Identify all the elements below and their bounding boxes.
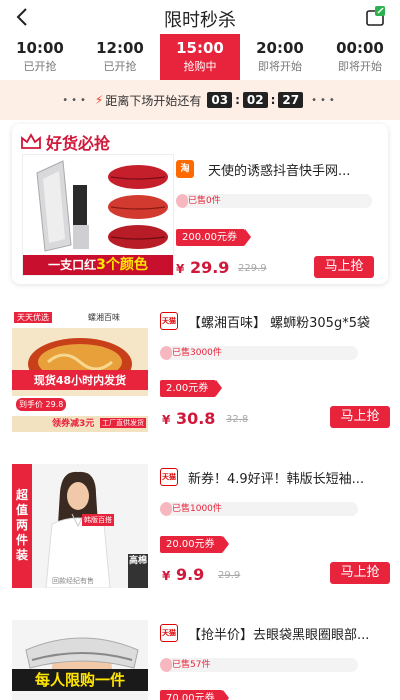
coupon-badge[interactable]: 2.00元券 — [160, 380, 223, 397]
woman-shirt-illustration — [12, 464, 148, 588]
product-list-item[interactable]: 超值两件装 韩版百搭 高棉 回款经纪有售 天猫 新券！4.9好评！韩版长短袖..… — [0, 458, 400, 600]
countdown-label: 距离下场开始还有 — [105, 93, 202, 108]
taobao-icon: 淘 — [176, 160, 194, 178]
tmall-icon: 天猫 — [160, 468, 178, 486]
featured-product-card[interactable]: 好货必抢 一支口红3个颜色 淘 天使的诱惑抖音快手网... 已售0件 200.0… — [12, 124, 388, 284]
sold-progress: 已售57件 — [160, 658, 358, 672]
image-bottom-text: 回款经纪有售 — [52, 577, 94, 585]
tab-time: 00:00 — [336, 39, 384, 57]
sold-progress: 已售1000件 — [160, 502, 358, 516]
image-side-text: 超值两件装 — [15, 488, 28, 562]
tab-time: 12:00 — [96, 39, 144, 57]
dots-decoration: ••• — [311, 94, 338, 106]
image-brand: 螺湘百味 — [88, 313, 120, 322]
featured-header: 好货必抢 — [20, 130, 110, 154]
banner-text: 一支口红 — [48, 258, 97, 272]
coupon-badge[interactable]: 200.00元券 — [176, 229, 251, 246]
original-price: 29.9 — [218, 570, 241, 581]
product-image[interactable]: 一支口红3个颜色 — [22, 154, 174, 276]
tmall-icon: 天猫 — [160, 312, 178, 330]
countdown-seconds: 27 — [278, 92, 304, 108]
lipstick-illustration — [23, 155, 173, 257]
sold-progress: 已售0件 — [176, 194, 372, 208]
tab-12-00[interactable]: 12:00 已开抢 — [80, 34, 160, 80]
product-title[interactable]: 【抢半价】去眼袋黑眼圈眼部... — [188, 624, 388, 643]
countdown-bar: ••• ⚡ 距离下场开始还有 03 : 02 : 27 ••• — [0, 80, 400, 120]
sold-count: 已售57件 — [172, 660, 211, 670]
tmall-icon: 天猫 — [160, 624, 178, 642]
countdown-hours: 03 — [207, 92, 233, 108]
tab-time: 15:00 — [176, 39, 224, 57]
product-image[interactable]: 天天优选 螺湘百味 现货48小时内发货 到手价 29.8 领券减3元 工厂直供发… — [12, 308, 148, 432]
sold-count: 已售0件 — [188, 196, 221, 206]
crown-icon — [21, 133, 41, 149]
tab-00-00[interactable]: 00:00 即将开始 — [320, 34, 400, 80]
product-list-item[interactable]: 每人限购一件 天猫 【抢半价】去眼袋黑眼圈眼部... 已售57件 70.00元券 — [0, 614, 400, 700]
buy-now-button[interactable]: 马上抢 — [314, 256, 374, 278]
buy-now-button[interactable]: 马上抢 — [330, 562, 390, 584]
sold-progress: 已售3000件 — [160, 346, 358, 360]
banner-highlight: 3个颜色 — [96, 257, 148, 273]
product-list-item[interactable]: 天天优选 螺湘百味 现货48小时内发货 到手价 29.8 领券减3元 工厂直供发… — [0, 302, 400, 444]
sold-count: 已售1000件 — [172, 504, 222, 514]
tab-status: 抢购中 — [183, 60, 217, 73]
tab-time: 20:00 — [256, 39, 304, 57]
top-bar: 限时秒杀 — [0, 0, 400, 34]
coupon-badge[interactable]: 20.00元券 — [160, 536, 229, 553]
tab-time: 10:00 — [16, 39, 64, 57]
countdown-minutes: 02 — [242, 92, 268, 108]
image-right-text: 高棉 — [128, 556, 147, 566]
sold-progress-fill — [160, 346, 172, 360]
tab-10-00[interactable]: 10:00 已开抢 — [0, 34, 80, 80]
product-image[interactable]: 超值两件装 韩版百搭 高棉 回款经纪有售 — [12, 464, 148, 588]
product-title[interactable]: 天使的诱惑抖音快手网... — [208, 160, 384, 179]
price: ¥ 9.9 — [162, 565, 205, 584]
product-title[interactable]: 【螺湘百味】 螺蛳粉305g*5袋 — [188, 312, 388, 331]
image-banner: 一支口红3个颜色 — [23, 255, 173, 275]
dots-decoration: ••• — [62, 94, 89, 106]
tab-15-00[interactable]: 15:00 抢购中 — [160, 34, 240, 86]
tab-status: 已开抢 — [103, 60, 137, 73]
page-title: 限时秒杀 — [164, 10, 236, 31]
product-title[interactable]: 新券！4.9好评！韩版长短袖... — [188, 468, 388, 487]
original-price: 229.9 — [238, 263, 267, 274]
sold-progress-fill — [176, 194, 188, 208]
coupon-badge[interactable]: 70.00元券 — [160, 690, 229, 700]
tab-20-00[interactable]: 20:00 即将开始 — [240, 34, 320, 80]
price: ¥ 29.9 — [176, 258, 230, 277]
image-price-tag: 到手价 29.8 — [16, 398, 67, 411]
sold-count: 已售3000件 — [172, 348, 222, 358]
sold-progress-fill — [160, 502, 172, 516]
image-factory: 工厂直供发货 — [100, 418, 146, 428]
buy-now-button[interactable]: 马上抢 — [330, 406, 390, 428]
time-tabs: 10:00 已开抢 12:00 已开抢 15:00 抢购中 20:00 即将开始… — [0, 34, 400, 86]
sold-progress-fill — [160, 658, 172, 672]
original-price: 32.8 — [226, 414, 249, 425]
tab-status: 即将开始 — [338, 60, 382, 73]
tab-status: 即将开始 — [258, 60, 302, 73]
featured-label: 好货必抢 — [46, 134, 111, 153]
tab-status: 已开抢 — [23, 60, 57, 73]
image-tag: 天天优选 — [14, 312, 52, 323]
image-badge: 韩版百搭 — [82, 514, 114, 526]
lightning-icon: ⚡ — [94, 93, 104, 107]
image-headline: 现货48小时内发货 — [12, 370, 148, 390]
share-icon[interactable] — [364, 4, 388, 28]
image-promo: 领券减3元 — [52, 419, 95, 429]
limit-banner: 每人限购一件 — [12, 669, 148, 691]
price: ¥ 30.8 — [162, 409, 216, 428]
